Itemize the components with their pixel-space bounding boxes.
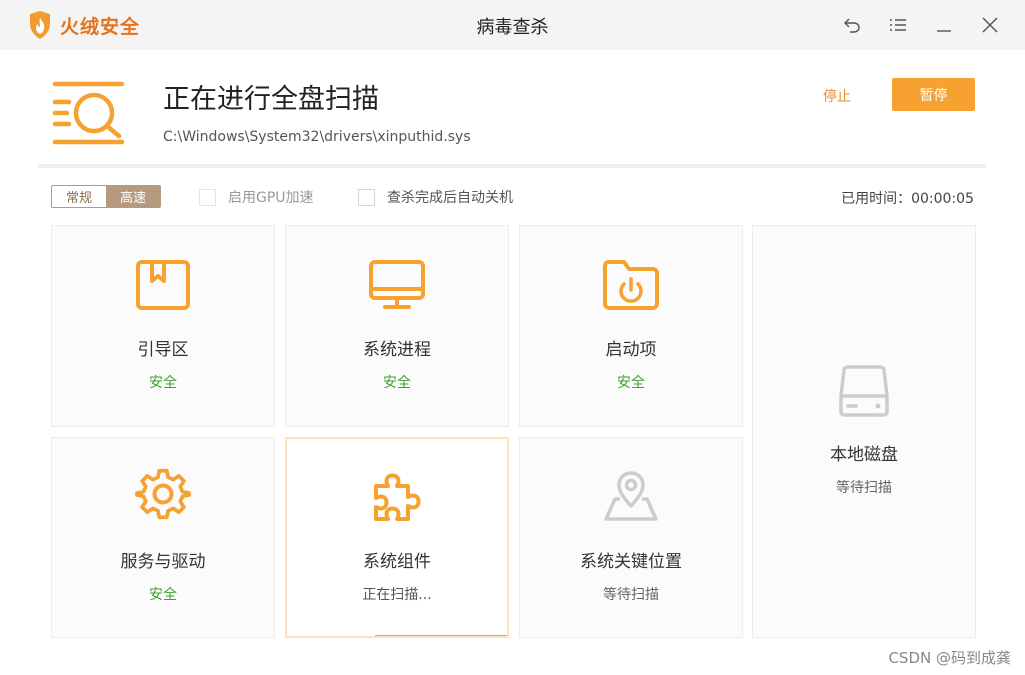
card-status: 等待扫描 [603, 587, 659, 603]
card-status: 安全 [149, 375, 177, 391]
minimize-button[interactable] [931, 12, 957, 38]
close-button[interactable] [977, 12, 1003, 38]
card-name: 服务与驱动 [120, 552, 206, 572]
shutdown-label: 查杀完成后自动关机 [387, 190, 513, 206]
scan-card-startup: 启动项 安全 [519, 225, 743, 427]
card-status: 安全 [617, 375, 645, 391]
startup-folder-icon [603, 260, 659, 310]
gear-icon [135, 468, 191, 520]
stop-button[interactable]: 停止 [823, 86, 851, 106]
card-name: 引导区 [137, 340, 189, 360]
mode-fast-button[interactable]: 高速 [106, 186, 160, 207]
menu-icon [890, 19, 906, 31]
title-bar: 火绒安全 病毒查杀 [0, 0, 1025, 50]
elapsed-label: 已用时间： [841, 191, 912, 207]
scan-card-local-disk: 本地磁盘 等待扫描 [752, 225, 976, 638]
gpu-label: 启用GPU加速 [228, 190, 314, 206]
puzzle-icon [374, 473, 421, 521]
scan-options: 常规 高速 启用GPU加速 查杀完成后自动关机 已用时间：00:00:05 [0, 182, 1025, 212]
card-status: 正在扫描... [362, 587, 432, 603]
monitor-icon [369, 260, 425, 309]
back-icon [844, 18, 860, 33]
window-controls [839, 12, 1003, 38]
menu-button[interactable] [885, 12, 911, 38]
elapsed-value: 00:00:05 [911, 191, 974, 207]
watermark: CSDN @码到成龚 [888, 649, 1011, 667]
gpu-checkbox[interactable] [199, 188, 216, 206]
boot-sector-icon [136, 260, 190, 310]
elapsed-time: 已用时间：00:00:05 [841, 188, 974, 208]
minimize-icon [937, 30, 951, 32]
gpu-option: 启用GPU加速 [199, 187, 314, 207]
scan-progress-bar [375, 635, 507, 636]
scan-current-path: C:\Windows\System32\drivers\xinputhid.sy… [163, 129, 471, 145]
card-status: 等待扫描 [836, 480, 892, 496]
scan-card-system-process: 系统进程 安全 [285, 225, 509, 427]
scan-card-services-drivers: 服务与驱动 安全 [51, 437, 275, 638]
mode-normal-button[interactable]: 常规 [52, 186, 106, 207]
header-divider [38, 164, 986, 168]
scan-card-system-components: 系统组件 正在扫描... [285, 437, 509, 638]
card-status: 安全 [383, 375, 411, 391]
back-button[interactable] [839, 12, 865, 38]
shutdown-option: 查杀完成后自动关机 [358, 187, 513, 207]
scan-mode-toggle: 常规 高速 [51, 185, 161, 208]
close-icon [982, 17, 998, 33]
card-name: 系统进程 [363, 340, 431, 360]
scan-title: 正在进行全盘扫描 [163, 84, 379, 115]
shutdown-checkbox[interactable] [358, 188, 375, 206]
card-name: 系统关键位置 [580, 552, 682, 572]
pause-button[interactable]: 暂停 [892, 78, 975, 111]
scan-header: 正在进行全盘扫描 C:\Windows\System32\drivers\xin… [0, 50, 1025, 168]
scan-magnifier-icon [52, 81, 125, 145]
card-name: 本地磁盘 [830, 445, 898, 465]
card-status: 安全 [149, 587, 177, 603]
disk-icon [839, 365, 889, 417]
scan-card-critical-locations: 系统关键位置 等待扫描 [519, 437, 743, 638]
card-name: 启动项 [605, 340, 657, 360]
scan-card-boot: 引导区 安全 [51, 225, 275, 427]
location-icon [604, 471, 658, 521]
card-name: 系统组件 [363, 552, 431, 572]
